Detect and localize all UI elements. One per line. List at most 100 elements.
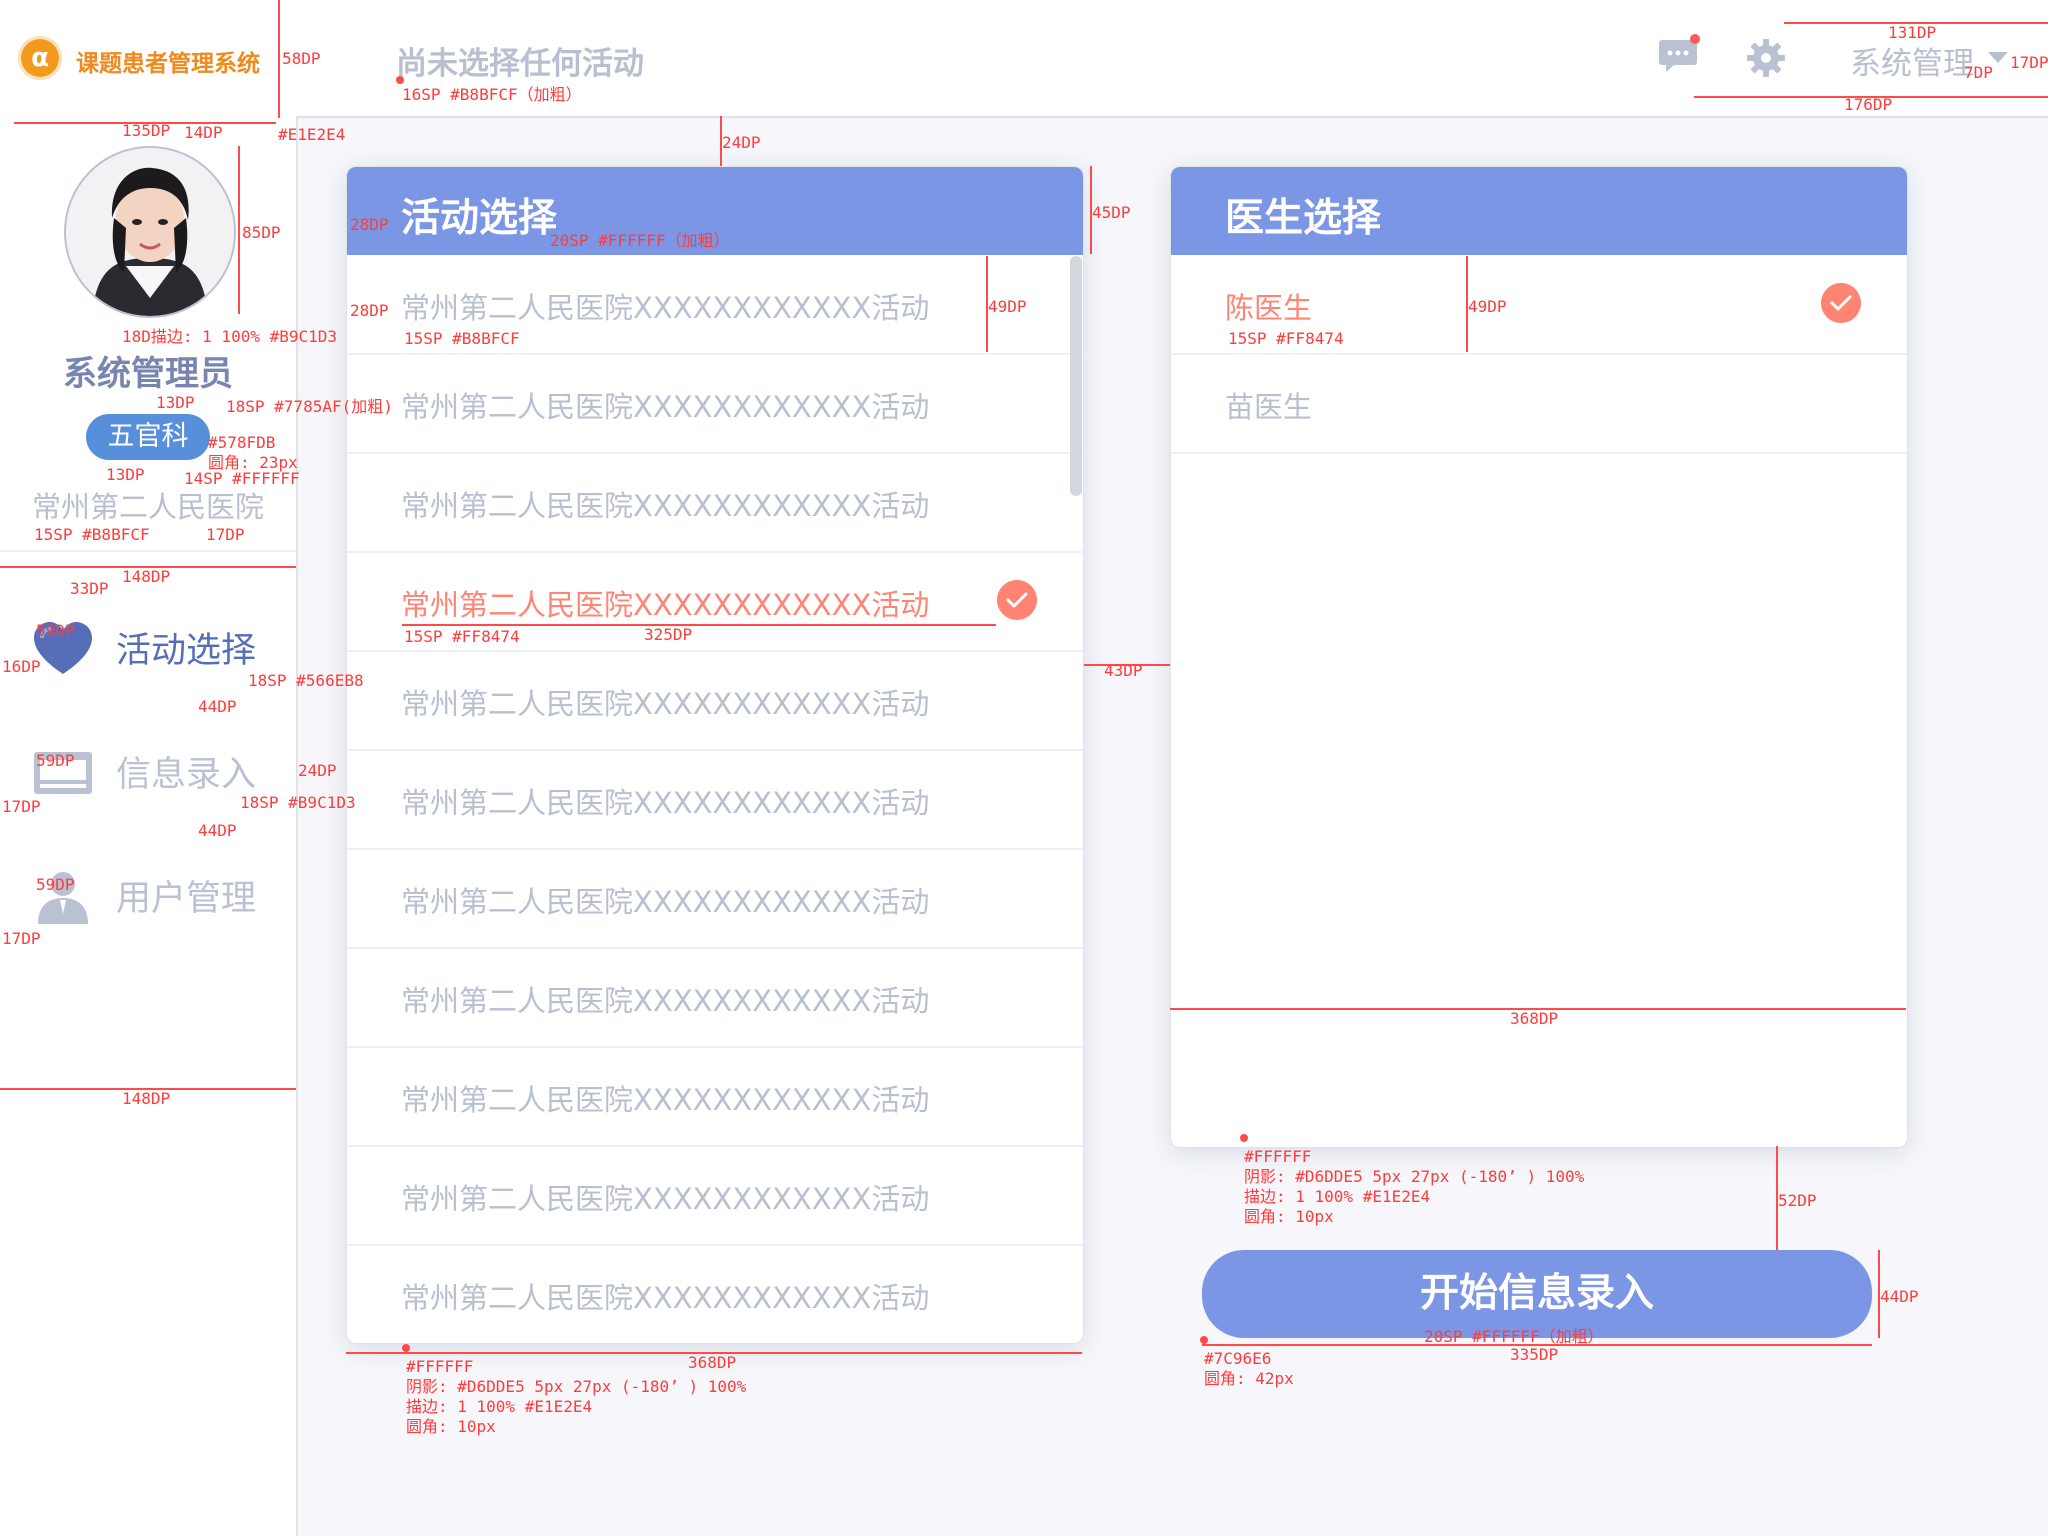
annotation: 16SP #B8BFCF（加粗）: [402, 85, 582, 104]
hospital-name: 常州第二人民医院: [31, 490, 264, 524]
start-info-entry-button[interactable]: 开始信息录入: [1202, 1250, 1872, 1338]
activity-item-label: 常州第二人民医院XXXXXXXXXXXX活动: [401, 1182, 930, 1216]
activity-item-label: 常州第二人民医院XXXXXXXXXXXX活动: [401, 786, 930, 820]
nav-label-activity-select: 活动选择: [116, 631, 257, 671]
check-icon: [1821, 283, 1861, 323]
annotation: 15SP #B8BFCF: [404, 329, 520, 348]
annotation: #FFFFFF: [406, 1357, 474, 1376]
annotation: 368DP: [1510, 1009, 1559, 1028]
annotation: 17DP: [2, 797, 41, 816]
annotation: #FFFFFF: [1244, 1147, 1312, 1166]
activity-list-item[interactable]: 常州第二人民医院XXXXXXXXXXXX活动: [347, 750, 1083, 850]
annotation: 7DP: [1964, 63, 1993, 82]
annotation: 45DP: [1092, 203, 1131, 222]
annotation: 52DP: [1778, 1191, 1817, 1210]
annotation: 325DP: [644, 625, 693, 644]
doctor-panel: 医生选择 陈医生苗医生: [1170, 166, 1908, 1148]
annotation: 13DP: [156, 393, 195, 412]
avatar[interactable]: [64, 146, 236, 318]
annotation: 18SP #566EB8: [248, 671, 364, 690]
annotation: #7C96E6: [1204, 1349, 1272, 1368]
annotation: 15SP #B8BFCF: [34, 525, 150, 544]
app-logo-icon: α: [18, 36, 62, 80]
chevron-down-icon[interactable]: [1988, 52, 2008, 63]
nav-label-user-management: 用户管理: [116, 879, 257, 919]
annotation: 44DP: [1880, 1287, 1919, 1306]
annotation: 28DP: [350, 215, 389, 234]
annotation: 85DP: [242, 223, 281, 242]
activity-list-item[interactable]: 常州第二人民医院XXXXXXXXXXXX活动: [347, 651, 1083, 751]
activity-list-item[interactable]: 常州第二人民医院XXXXXXXXXXXX活动: [347, 948, 1083, 1048]
annotation: 59DP: [36, 875, 75, 894]
activity-item-label: 常州第二人民医院XXXXXXXXXXXX活动: [401, 885, 930, 919]
annotation: 33DP: [70, 579, 109, 598]
annotation: 131DP: [1888, 23, 1937, 42]
annotation: 16DP: [2, 657, 41, 676]
annotation: 176DP: [1844, 95, 1893, 114]
annotation: 368DP: [688, 1353, 737, 1372]
user-name: 系统管理员: [63, 354, 233, 394]
annotation: 圆角: 42px: [1204, 1369, 1294, 1388]
annotation: 17DP: [2010, 53, 2048, 72]
nav-item-user-management[interactable]: 用户管理: [0, 858, 296, 938]
annotation: 58DP: [282, 49, 321, 68]
annotation: 17DP: [2, 929, 41, 948]
annotation: 49DP: [1468, 297, 1507, 316]
activity-item-label: 常州第二人民医院XXXXXXXXXXXX活动: [401, 1281, 930, 1315]
doctor-item-label: 陈医生: [1225, 291, 1313, 325]
annotation: 59DP: [36, 751, 75, 770]
notification-dot: [1690, 34, 1700, 44]
activity-list-item[interactable]: 常州第二人民医院XXXXXXXXXXXX活动: [347, 1146, 1083, 1246]
sidebar-divider: [0, 550, 296, 552]
annotation: 14SP #FFFFFF: [184, 469, 300, 488]
gear-icon[interactable]: [1746, 38, 1786, 78]
annotation: 18SP #7785AF(加粗): [226, 397, 393, 416]
activity-item-label: 常州第二人民医院XXXXXXXXXXXX活动: [401, 489, 930, 523]
annotation: 圆角: 10px: [1244, 1207, 1334, 1226]
annotation: 20SP #FFFFFF（加粗）: [550, 231, 730, 250]
activity-list-item[interactable]: 常州第二人民医院XXXXXXXXXXXX活动: [347, 453, 1083, 553]
admin-menu-label[interactable]: 系统管理: [1850, 38, 1974, 83]
activity-item-label: 常州第二人民医院XXXXXXXXXXXX活动: [401, 588, 930, 622]
annotation: 148DP: [122, 567, 171, 586]
annotation: 18D描边: 1 100% #B9C1D3: [122, 327, 338, 346]
annotation: 335DP: [1510, 1345, 1559, 1364]
annotation: 圆角: 10px: [406, 1417, 496, 1436]
activity-list-item[interactable]: 常州第二人民医院XXXXXXXXXXXX活动: [347, 354, 1083, 454]
activity-item-label: 常州第二人民医院XXXXXXXXXXXX活动: [401, 687, 930, 721]
doctor-panel-header: 医生选择: [1171, 167, 1907, 255]
activity-item-label: 常州第二人民医院XXXXXXXXXXXX活动: [401, 291, 930, 325]
annotation: 描边: 1 100% #E1E2E4: [1244, 1187, 1431, 1206]
annotation: 14DP: [184, 123, 223, 142]
department-badge: 五官科: [86, 414, 210, 460]
doctor-item-label: 苗医生: [1225, 390, 1313, 424]
annotation: 148DP: [122, 1089, 171, 1108]
activity-list-item[interactable]: 常州第二人民医院XXXXXXXXXXXX活动: [347, 1245, 1083, 1343]
activity-panel-title: 活动选择: [401, 196, 558, 241]
page-title: 尚未选择任何活动: [396, 46, 644, 82]
annotation: 18SP #B9C1D3: [240, 793, 356, 812]
annotation: 43DP: [1104, 661, 1143, 680]
activity-list-item[interactable]: 常州第二人民医院XXXXXXXXXXXX活动: [347, 849, 1083, 949]
annotation: 阴影: #D6DDE5 5px 27px (-180’ ) 100%: [1244, 1167, 1585, 1186]
nav-label-info-entry: 信息录入: [116, 755, 257, 795]
annotation: #578FDB: [208, 433, 276, 452]
annotation: 17DP: [206, 525, 245, 544]
annotation: 24DP: [298, 761, 337, 780]
annotation: 24DP: [722, 133, 761, 152]
activity-item-label: 常州第二人民医院XXXXXXXXXXXX活动: [401, 390, 930, 424]
app-title: 课题患者管理系统: [76, 51, 260, 77]
annotation: 44DP: [198, 821, 237, 840]
annotation: #E1E2E4: [278, 125, 346, 144]
annotation: 49DP: [988, 297, 1027, 316]
doctor-list-item[interactable]: 苗医生: [1171, 354, 1907, 454]
annotation: 44DP: [198, 697, 237, 716]
annotation: 28DP: [350, 301, 389, 320]
activity-item-label: 常州第二人民医院XXXXXXXXXXXX活动: [401, 984, 930, 1018]
annotation: 13DP: [106, 465, 145, 484]
annotation: 15SP #FF8474: [1228, 329, 1344, 348]
activity-list-item[interactable]: 常州第二人民医院XXXXXXXXXXXX活动: [347, 1047, 1083, 1147]
annotation: 15SP #FF8474: [404, 627, 520, 646]
annotation: 描边: 1 100% #E1E2E4: [406, 1397, 593, 1416]
activity-list-scrollbar[interactable]: [1070, 256, 1082, 496]
